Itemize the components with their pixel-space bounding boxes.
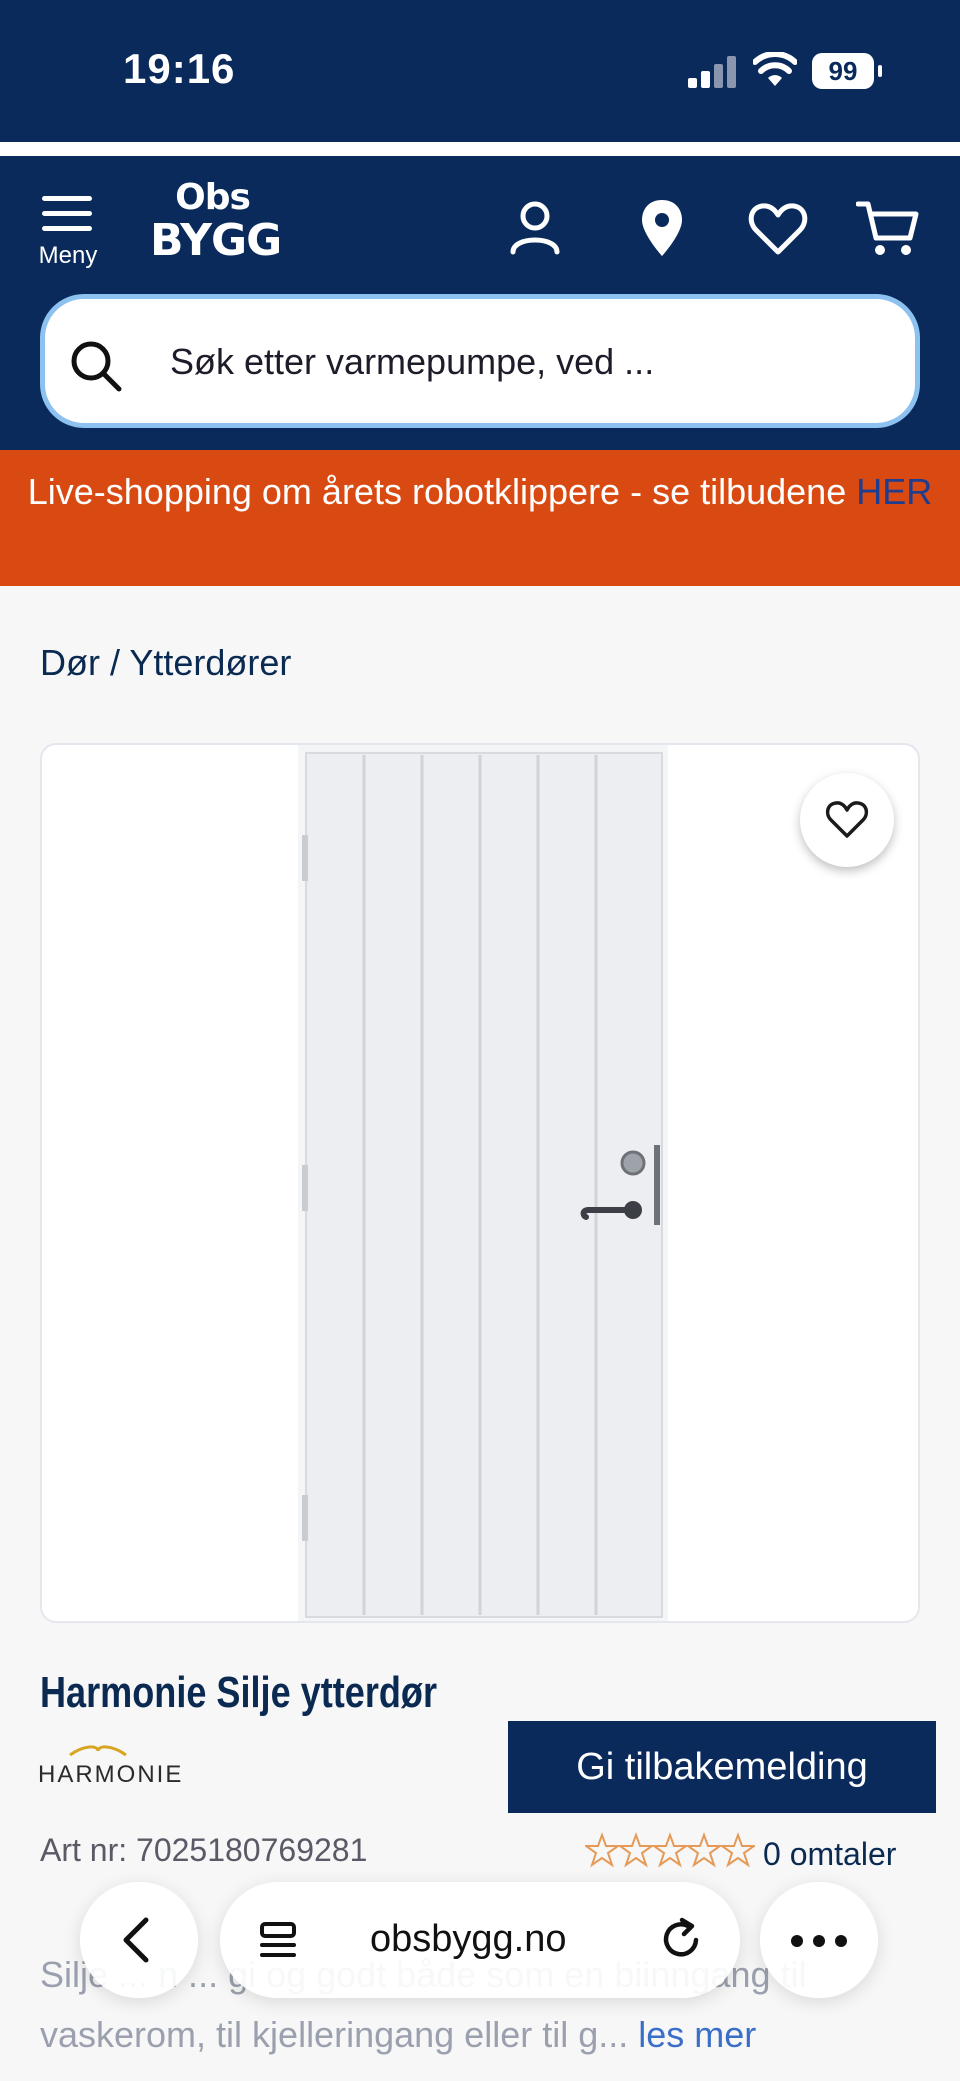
browser-url: obsbygg.no [370, 1918, 567, 1960]
star-icon [718, 1832, 755, 1868]
star-icon [684, 1832, 724, 1868]
more-dots-icon [791, 1935, 847, 1947]
banner-link[interactable]: HER [856, 471, 932, 512]
feedback-button[interactable]: Gi tilbakemelding [508, 1721, 936, 1813]
tabs-icon [260, 1922, 296, 1957]
heart-icon[interactable] [746, 196, 810, 260]
brand-name: HARMONIE [38, 1761, 184, 1788]
browser-address-bar[interactable]: obsbygg.no [220, 1882, 740, 1998]
add-to-favorites-button[interactable] [800, 773, 894, 867]
banner-text: Live-shopping om årets robotklippere - s… [27, 471, 857, 512]
product-image-door [298, 745, 668, 1621]
rating-stars[interactable] [585, 1832, 755, 1872]
star-icon [650, 1832, 690, 1868]
product-title: Harmonie Silje ytterdør [40, 1668, 437, 1717]
obs-bygg-logo[interactable]: Obs BYGG [150, 177, 282, 274]
review-count[interactable]: 0 omtaler [763, 1836, 896, 1873]
brand-mark-icon [69, 1745, 127, 1757]
cart-icon[interactable] [856, 196, 920, 260]
search-input[interactable]: Søk etter varmepumpe, ved ... [170, 341, 654, 383]
divider [0, 142, 960, 156]
hamburger-icon [42, 196, 92, 232]
wifi-icon [753, 52, 797, 86]
search-icon [71, 341, 122, 392]
product-image-card[interactable] [40, 743, 920, 1623]
search-bar[interactable]: Søk etter varmepumpe, ved ... [40, 294, 920, 428]
read-more-link[interactable]: les mer [638, 2014, 756, 2055]
menu-button[interactable]: Meny [34, 192, 102, 274]
chevron-left-icon [123, 1917, 149, 1963]
location-pin-icon[interactable] [630, 196, 694, 260]
logo-text-bottom: BYGG [150, 215, 282, 266]
browser-back-button[interactable] [80, 1882, 198, 1998]
site-header: Meny Obs BYGG Søk etter varmepumpe, ved … [0, 156, 960, 450]
status-bar: 19:16 99 [0, 0, 960, 142]
reload-icon[interactable] [658, 1916, 704, 1962]
browser-toolbar: obsbygg.no [80, 1880, 880, 2000]
promo-banner[interactable]: Live-shopping om årets robotklippere - s… [0, 450, 960, 586]
brand-logo[interactable]: HARMONIE [38, 1745, 181, 1788]
browser-more-button[interactable] [760, 1882, 878, 1998]
star-icon [616, 1832, 656, 1868]
logo-text-top: Obs [175, 177, 251, 218]
user-icon[interactable] [503, 196, 567, 260]
breadcrumb[interactable]: Dør / Ytterdører [40, 642, 291, 684]
star-icon [585, 1832, 622, 1868]
heart-outline-icon [825, 801, 869, 838]
cellular-signal-icon [688, 56, 736, 88]
menu-label: Meny [38, 242, 98, 269]
article-number: Art nr: 7025180769281 [40, 1832, 368, 1868]
status-time: 19:16 [123, 45, 236, 92]
battery-indicator: 99 [812, 53, 882, 89]
